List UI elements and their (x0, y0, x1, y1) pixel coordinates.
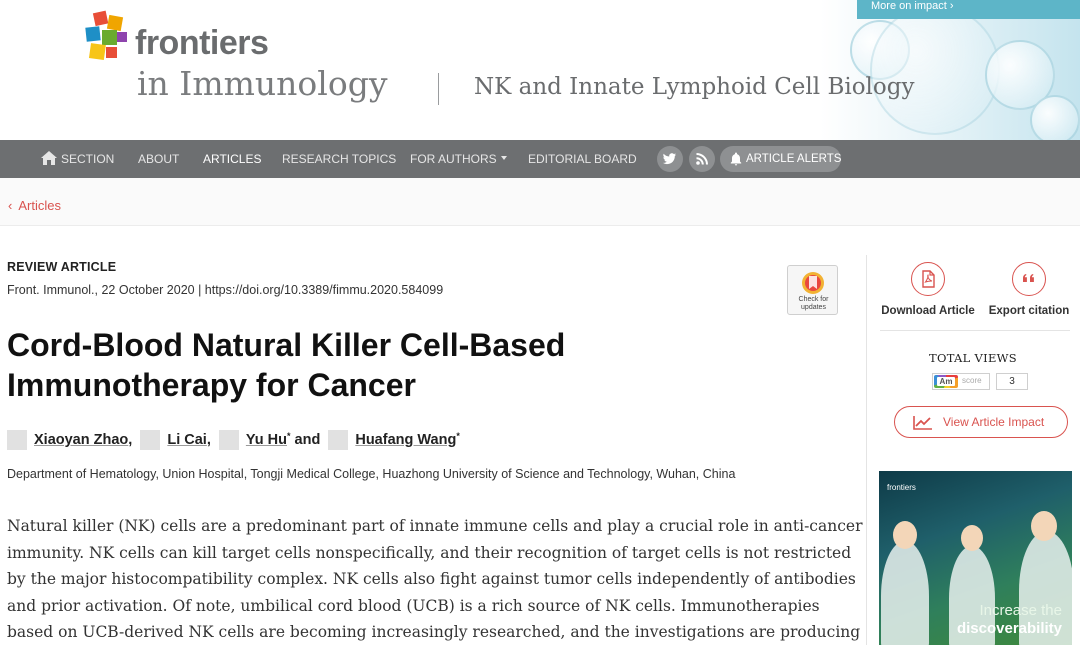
abstract-line: and prior activation. Of note, umbilical… (7, 596, 820, 615)
rss-icon (696, 153, 708, 165)
ad-scientist-head (1031, 511, 1057, 541)
ad-tagline-bold: discoverability (956, 620, 1062, 637)
nav-item-articles[interactable]: ARTICLES (203, 140, 261, 178)
twitter-icon (663, 153, 676, 165)
twitter-button[interactable] (657, 146, 683, 172)
total-views-heading: TOTAL VIEWS (929, 351, 1017, 365)
breadcrumb-label: Articles (18, 198, 61, 213)
author-name[interactable]: Yu Hu (246, 432, 287, 448)
nav-item-research-topics[interactable]: RESEARCH TOPICS (282, 140, 396, 178)
ad-scientist-figure (881, 541, 929, 645)
abstract-line: based on UCB-derived NK cells are becomi… (7, 623, 861, 641)
altmetric-badge[interactable]: Am score (932, 373, 990, 390)
section-name[interactable]: NK and Innate Lymphoid Cell Biology (474, 74, 914, 100)
view-article-impact-button[interactable]: View Article Impact (894, 406, 1068, 438)
nav-item-section[interactable]: SECTION (41, 140, 114, 178)
author-avatar (140, 430, 161, 450)
author-separator: , (206, 432, 211, 448)
altmetric-donut-icon: Am (934, 375, 958, 388)
sidebar-divider (866, 255, 867, 645)
author-avatar (328, 430, 349, 450)
check-updates-label: Check for updates (798, 296, 829, 311)
ad-scientist-head (893, 521, 917, 549)
author-name[interactable]: Xiaoyan Zhao (34, 432, 128, 448)
breadcrumb (0, 178, 1080, 226)
check-updates-icon (802, 272, 824, 294)
author-separator: , (128, 432, 133, 448)
quote-icon (1012, 262, 1046, 296)
altmetric-score-label: score (962, 376, 982, 385)
altmetric-label: Am (937, 377, 955, 386)
ad-tagline: Increase the (979, 602, 1062, 619)
sidebar-separator (880, 330, 1070, 331)
nav-item-label: FOR AUTHORS (410, 152, 497, 166)
author-avatar (218, 430, 239, 450)
download-article-button[interactable]: Download Article (880, 262, 976, 317)
chevron-down-icon (500, 156, 507, 160)
breadcrumb-articles-link[interactable]: ‹ Articles (8, 198, 61, 213)
author-avatar (7, 430, 27, 450)
article-type: REVIEW ARTICLE (7, 260, 117, 274)
pdf-icon (911, 262, 945, 296)
nav-item-for-authors[interactable]: FOR AUTHORS (410, 140, 507, 178)
more-on-impact-link[interactable]: More on impact › (857, 0, 1080, 19)
ad-logo: frontiers (887, 483, 916, 492)
author[interactable]: Li Cai (140, 430, 207, 450)
bell-icon (730, 152, 742, 166)
article-abstract: Natural killer (NK) cells are a predomin… (7, 513, 863, 645)
frontiers-logo-icon[interactable] (84, 10, 132, 64)
header-bubble (1030, 95, 1080, 140)
home-icon (41, 151, 57, 165)
article-alerts-button[interactable]: ARTICLE ALERTS (720, 146, 841, 172)
nav-item-label: SECTION (61, 152, 115, 166)
check-for-updates-badge[interactable]: Check for updates (787, 265, 838, 315)
rss-button[interactable] (689, 146, 715, 172)
view-article-impact-label: View Article Impact (943, 415, 1045, 429)
trending-up-icon (913, 416, 932, 430)
total-views-count: 3 (996, 373, 1028, 390)
abstract-line: Natural killer (NK) cells are a predomin… (7, 517, 863, 535)
author-affiliation: Department of Hematology, Union Hospital… (7, 467, 736, 481)
article-title-line: Immunotherapy for Cancer (7, 367, 416, 403)
author-name[interactable]: Li Cai (167, 432, 206, 448)
author-list: Xiaoyan Zhao , Li Cai , Yu Hu* and Huafa… (7, 430, 460, 450)
sidebar-advertisement[interactable]: frontiers Increase the discoverability (879, 471, 1072, 645)
header-divider (438, 73, 439, 105)
article-citation[interactable]: Front. Immunol., 22 October 2020 | https… (7, 283, 443, 297)
author[interactable]: Yu Hu* (218, 430, 291, 450)
export-citation-label: Export citation (988, 305, 1070, 317)
download-article-label: Download Article (881, 305, 975, 317)
author[interactable]: Xiaoyan Zhao (7, 430, 128, 450)
author-name[interactable]: Huafang Wang (355, 432, 456, 448)
author-separator: and (290, 432, 321, 448)
article-alerts-label: ARTICLE ALERTS (746, 153, 842, 165)
nav-item-editorial-board[interactable]: EDITORIAL BOARD (528, 140, 637, 178)
author[interactable]: Huafang Wang* (328, 430, 460, 450)
abstract-line: immunity. NK cells can kill target cells… (7, 543, 852, 562)
export-citation-button[interactable]: Export citation (984, 262, 1074, 317)
site-header: More on impact › frontiers in Immunology… (0, 0, 1080, 140)
header-bubble (870, 5, 1000, 135)
abstract-line: by the major histocompatibility complex.… (7, 570, 856, 588)
frontiers-logo-text[interactable]: frontiers (135, 24, 269, 63)
article-title-line: Cord-Blood Natural Killer Cell-Based (7, 327, 566, 363)
ad-scientist-head (961, 525, 983, 551)
author-marker: * (456, 430, 460, 441)
chevron-left-icon: ‹ (8, 198, 13, 213)
article-title: Cord-Blood Natural Killer Cell-Based Imm… (7, 325, 767, 405)
journal-name[interactable]: in Immunology (137, 64, 387, 103)
main-nav: SECTION ABOUT ARTICLES RESEARCH TOPICS F… (0, 140, 1080, 178)
nav-item-about[interactable]: ABOUT (138, 140, 179, 178)
